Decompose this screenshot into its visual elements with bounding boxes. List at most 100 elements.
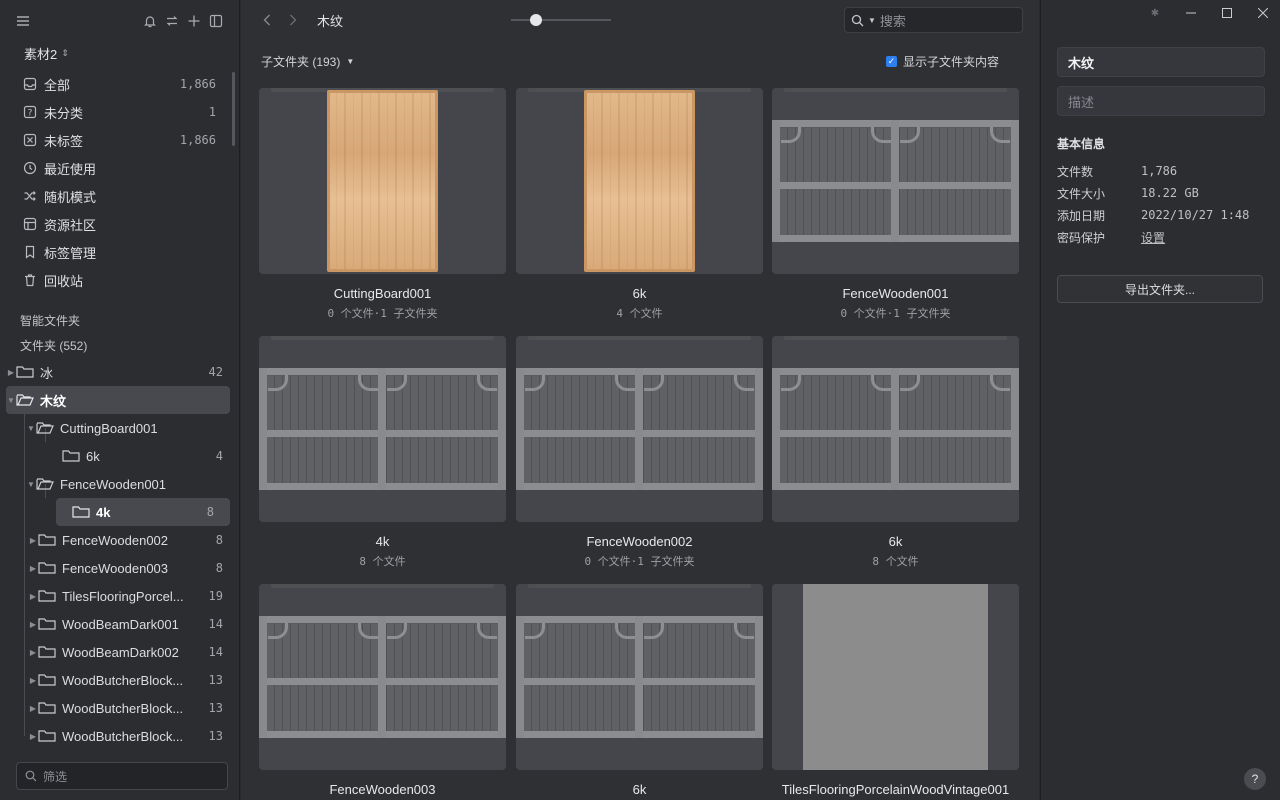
folder-card[interactable]: 4k 8 个文件 (259, 336, 506, 569)
nav-uncategorized[interactable]: ? 未分类 1 (0, 98, 239, 126)
shuffle-icon (22, 188, 38, 204)
export-folder-button[interactable]: 导出文件夹... (1057, 275, 1263, 303)
filter-input[interactable]: 筛选 (16, 762, 228, 790)
folder-card[interactable]: TilesFlooringPorcelainWoodVintage001 (772, 584, 1019, 797)
smart-folders-title[interactable]: 智能文件夹 (0, 308, 239, 333)
tree-count: 13 (208, 729, 223, 743)
window-controls: ✱ (1041, 0, 1280, 26)
folder-thumbnail[interactable] (259, 584, 506, 770)
zoom-slider[interactable] (511, 14, 611, 26)
nav-random[interactable]: 随机模式 (0, 182, 239, 210)
tree-folder-fencewooden001[interactable]: ▼ FenceWooden001 (0, 470, 239, 498)
fence-post (891, 120, 899, 242)
caret-down-icon[interactable]: ▼ (26, 480, 36, 489)
library-switcher[interactable]: 素材2 ⇕ (0, 42, 239, 64)
folder-thumbnail[interactable] (259, 336, 506, 522)
folder-thumbnail[interactable] (516, 584, 763, 770)
close-icon[interactable] (1256, 8, 1270, 18)
nav-untagged[interactable]: 未标签 1,866 (0, 126, 239, 154)
folder-thumbnail[interactable] (772, 336, 1019, 522)
nav-label: 回收站 (44, 273, 84, 289)
tree-folder-woodbutcherblock-1[interactable]: ▶ WoodButcherBlock... 13 (0, 666, 239, 694)
caret-right-icon[interactable]: ▶ (28, 536, 38, 545)
tree-label: 冰 (40, 365, 54, 381)
nav-recent[interactable]: 最近使用 (0, 154, 239, 182)
folder-card[interactable]: CuttingBoard001 0 个文件·1 子文件夹 (259, 88, 506, 321)
add-icon[interactable] (183, 10, 205, 32)
caret-down-icon[interactable]: ▼ (26, 424, 36, 433)
search-input[interactable]: ▼ 搜索 (844, 7, 1023, 33)
folder-card[interactable]: FenceWooden001 0 个文件·1 子文件夹 (772, 88, 1019, 321)
fence-texture-image (516, 368, 763, 490)
folder-thumbnail[interactable] (772, 88, 1019, 274)
folder-thumbnail[interactable] (259, 88, 506, 274)
tree-folder-wood[interactable]: ▼ 木纹 (6, 386, 230, 414)
show-subfolder-content-checkbox[interactable]: ✓ 显示子文件夹内容 (885, 53, 999, 70)
caret-right-icon[interactable]: ▶ (28, 620, 38, 629)
folder-card[interactable]: 6k 8 个文件 (772, 336, 1019, 569)
caret-right-icon[interactable]: ▶ (28, 676, 38, 685)
sync-icon[interactable] (161, 10, 183, 32)
nav-count: 1 (208, 105, 216, 119)
caret-right-icon[interactable]: ▶ (28, 732, 38, 741)
panel-toggle-icon[interactable] (205, 10, 227, 32)
tree-folder-woodbutcherblock-3[interactable]: ▶ WoodButcherBlock... 13 (0, 722, 239, 750)
tree-label: WoodButcherBlock... (62, 672, 184, 688)
nav-all[interactable]: 全部 1,866 (0, 70, 239, 98)
tree-folder-6k[interactable]: 6k 4 (0, 442, 239, 470)
fence-post (635, 368, 643, 490)
basic-info-title: 基本信息 (1057, 137, 1106, 151)
tree-folder-fencewooden002[interactable]: ▶ FenceWooden002 8 (0, 526, 239, 554)
tree-folder-4k[interactable]: 4k 8 (56, 498, 230, 526)
pin-icon[interactable]: ✱ (1148, 8, 1162, 19)
folder-card[interactable]: FenceWooden002 0 个文件·1 子文件夹 (516, 336, 763, 569)
folder-tab (784, 336, 1007, 340)
help-button[interactable]: ? (1244, 768, 1266, 790)
folder-icon (38, 700, 56, 716)
tree-folder-woodbeamdark001[interactable]: ▶ WoodBeamDark001 14 (0, 610, 239, 638)
folder-thumbnail[interactable] (516, 336, 763, 522)
wood-texture-image (584, 90, 695, 272)
tree-count: 42 (208, 365, 223, 379)
description-field[interactable]: 描述 (1057, 86, 1265, 116)
caret-right-icon[interactable]: ▶ (28, 704, 38, 713)
folder-thumbnail[interactable] (772, 584, 1019, 770)
caret-right-icon[interactable]: ▶ (28, 648, 38, 657)
nav-community[interactable]: 资源社区 (0, 210, 239, 238)
app-window: 素材2 ⇕ 全部 1,866 ? 未分类 1 未标签 1,866 最近使用 随机… (0, 0, 1280, 800)
folder-thumbnail[interactable] (516, 88, 763, 274)
minimize-icon[interactable] (1184, 8, 1198, 18)
fence-post (635, 616, 643, 738)
forward-icon[interactable] (283, 10, 303, 30)
nav-tag-manager[interactable]: 标签管理 (0, 238, 239, 266)
zoom-slider-knob[interactable] (530, 14, 542, 26)
back-icon[interactable] (257, 10, 277, 30)
folder-tab (528, 584, 751, 588)
caret-down-icon[interactable]: ▼ (6, 396, 16, 405)
caret-right-icon[interactable]: ▶ (6, 368, 16, 377)
folder-card[interactable]: FenceWooden003 (259, 584, 506, 797)
tree-folder-woodbeamdark002[interactable]: ▶ WoodBeamDark002 14 (0, 638, 239, 666)
check-icon: ✓ (885, 55, 897, 67)
tree-folder-tilesflooring[interactable]: ▶ TilesFlooringPorcel... 19 (0, 582, 239, 610)
tree-folder-fencewooden003[interactable]: ▶ FenceWooden003 8 (0, 554, 239, 582)
caret-right-icon[interactable]: ▶ (28, 564, 38, 573)
nav-trash[interactable]: 回收站 (0, 266, 239, 294)
chevron-down-icon[interactable]: ▼ (868, 16, 876, 25)
folder-name-field[interactable]: 木纹 (1057, 47, 1265, 77)
tree-folder-woodbutcherblock-2[interactable]: ▶ WoodButcherBlock... 13 (0, 694, 239, 722)
bell-icon[interactable] (139, 10, 161, 32)
caret-right-icon[interactable]: ▶ (28, 592, 38, 601)
menu-icon[interactable] (12, 10, 34, 32)
folder-tab (271, 336, 494, 340)
tree-folder-ice[interactable]: ▶ 冰 42 (0, 358, 239, 386)
bookmark-icon (22, 244, 38, 260)
folder-card[interactable]: 6k (516, 584, 763, 797)
folders-title[interactable]: 文件夹 (552) (0, 333, 239, 358)
maximize-icon[interactable] (1220, 8, 1234, 18)
folder-card[interactable]: 6k 4 个文件 (516, 88, 763, 321)
subfolders-dropdown[interactable]: 子文件夹 (193) ▼ (261, 53, 354, 70)
tree-folder-cuttingboard001[interactable]: ▼ CuttingBoard001 (0, 414, 239, 442)
tree-count: 13 (208, 673, 223, 687)
password-settings-link[interactable]: 设置 (1141, 229, 1165, 246)
